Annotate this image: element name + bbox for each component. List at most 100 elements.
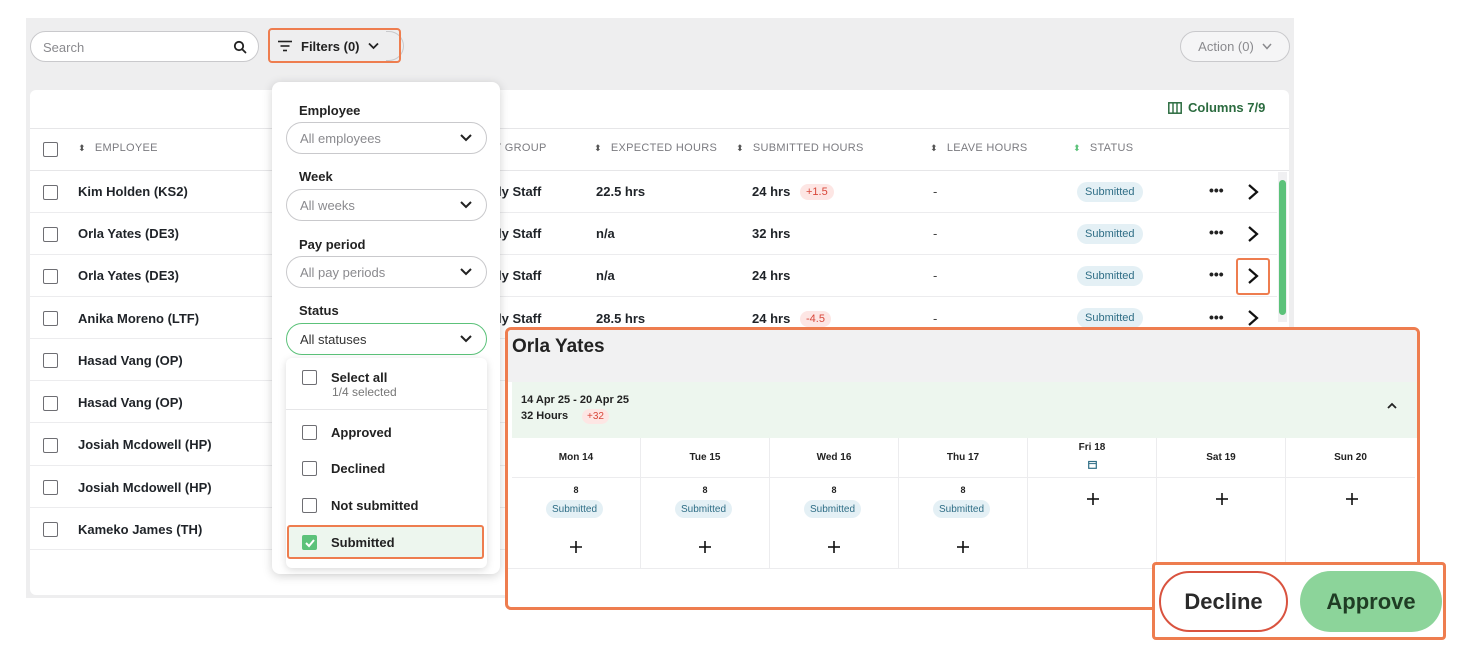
leave-hours: - — [933, 226, 938, 241]
day-column-tue: Tue 15 8 Submitted — [641, 438, 770, 568]
status-option-not-submitted[interactable]: Not submitted — [302, 498, 418, 513]
header-submitted-hours[interactable]: ⬍ SUBMITTED HOURS — [736, 142, 864, 154]
row-checkbox[interactable] — [43, 396, 58, 411]
search-input[interactable] — [43, 38, 223, 56]
expected-hours: n/a — [596, 268, 615, 283]
calendar-icon — [1088, 460, 1097, 469]
chevron-right-icon[interactable] — [1246, 225, 1260, 243]
pay-group: ly Staff — [498, 226, 542, 241]
columns-toggle[interactable]: Columns 7/9 — [1168, 100, 1265, 115]
columns-label: Columns 7/9 — [1188, 100, 1266, 115]
employee-name: Kim Holden (KS2) — [78, 184, 188, 199]
option-checkbox[interactable] — [302, 425, 317, 440]
select-all-checkbox[interactable] — [43, 142, 58, 157]
add-entry-icon[interactable] — [1346, 493, 1358, 505]
day-header: Thu 17 — [899, 438, 1027, 478]
chevron-up-icon[interactable] — [1387, 402, 1397, 410]
table-scrollbar-thumb[interactable] — [1279, 180, 1286, 315]
status-badge: Submitted — [804, 500, 862, 518]
pay-group: ly Staff — [498, 268, 542, 283]
selected-count: 1/4 selected — [332, 385, 397, 399]
day-hours: 8 — [573, 485, 579, 495]
week-summary[interactable] — [512, 382, 1417, 438]
header-status[interactable]: ⬍ STATUS — [1073, 142, 1133, 154]
employee-name: Anika Moreno (LTF) — [78, 311, 200, 326]
day-header: Wed 16 — [770, 438, 898, 478]
day-column-sun: Sun 20 — [1286, 438, 1415, 568]
chevron-down-icon — [460, 201, 472, 209]
row-checkbox[interactable] — [43, 311, 58, 326]
option-checkbox[interactable] — [302, 461, 317, 476]
status-badge: Submitted — [1077, 266, 1143, 286]
search-icon[interactable] — [233, 40, 247, 54]
add-entry-icon[interactable] — [699, 541, 711, 553]
row-checkbox[interactable] — [43, 227, 58, 242]
header-pay-group[interactable]: Y GROUP — [494, 142, 547, 154]
header-leave-hours[interactable]: ⬍ LEAVE HOURS — [930, 142, 1028, 154]
more-options-icon[interactable]: ••• — [1209, 266, 1224, 282]
row-checkbox[interactable] — [43, 353, 58, 368]
more-options-icon[interactable]: ••• — [1209, 224, 1224, 240]
row-checkbox[interactable] — [43, 269, 58, 284]
day-hours: 8 — [702, 485, 708, 495]
chevron-right-icon[interactable] — [1246, 309, 1260, 327]
add-entry-icon[interactable] — [828, 541, 840, 553]
open-row-highlight — [1236, 258, 1270, 295]
header-expected-hours[interactable]: ⬍ EXPECTED HOURS — [594, 142, 717, 154]
row-checkbox[interactable] — [43, 522, 58, 537]
select-all-checkbox[interactable] — [302, 370, 317, 385]
filters-highlight — [268, 28, 401, 63]
add-entry-icon[interactable] — [1216, 493, 1228, 505]
chevron-down-icon — [460, 268, 472, 276]
add-entry-icon[interactable] — [570, 541, 582, 553]
employee-name: Kameko James (TH) — [78, 522, 203, 537]
expected-hours: n/a — [596, 226, 615, 241]
status-badge: Submitted — [1077, 224, 1143, 244]
expected-hours: 22.5 hrs — [596, 184, 646, 199]
employee-name: Orla Yates (DE3) — [78, 226, 179, 241]
day-header: Mon 14 — [512, 438, 640, 478]
leave-hours: - — [933, 268, 938, 283]
status-badge: Submitted — [1077, 308, 1143, 328]
approve-button[interactable]: Approve — [1300, 571, 1442, 632]
check-icon — [304, 538, 315, 547]
pay-group: ly Staff — [498, 184, 542, 199]
status-filter-select[interactable]: All statuses — [286, 323, 487, 355]
add-entry-icon[interactable] — [957, 541, 969, 553]
hours-difference-badge: -4.5 — [800, 311, 831, 327]
more-options-icon[interactable]: ••• — [1209, 309, 1224, 325]
select-all-option[interactable]: Select all — [302, 370, 387, 385]
row-checkbox[interactable] — [43, 185, 58, 200]
employee-name: Josiah Mcdowell (HP) — [78, 480, 212, 495]
day-column-sat: Sat 19 — [1157, 438, 1286, 568]
day-column-wed: Wed 16 8 Submitted — [770, 438, 899, 568]
status-option-submitted[interactable]: Submitted — [302, 535, 395, 550]
row-checkbox[interactable] — [43, 480, 58, 495]
chevron-right-icon[interactable] — [1246, 183, 1260, 201]
checked-checkbox[interactable] — [302, 535, 317, 550]
add-entry-icon[interactable] — [1087, 493, 1099, 505]
header-employee[interactable]: ⬍ EMPLOYEE — [78, 142, 158, 154]
submitted-hours: 24 hrs — [752, 184, 791, 199]
day-hours: 8 — [960, 485, 966, 495]
status-filter-label: Status — [299, 303, 339, 318]
status-badge: Submitted — [933, 500, 991, 518]
pay-group: ly Staff — [498, 311, 542, 326]
status-option-approved[interactable]: Approved — [302, 425, 392, 440]
leave-hours: - — [933, 184, 938, 199]
row-checkbox[interactable] — [43, 438, 58, 453]
action-button[interactable]: Action (0) — [1180, 31, 1290, 62]
day-hours: 8 — [831, 485, 837, 495]
week-filter-select[interactable]: All weeks — [286, 189, 487, 221]
columns-icon — [1168, 101, 1182, 114]
option-checkbox[interactable] — [302, 498, 317, 513]
chevron-down-icon — [1262, 43, 1272, 50]
day-header: Sat 19 — [1157, 438, 1285, 478]
pay-period-filter-select[interactable]: All pay periods — [286, 256, 487, 288]
more-options-icon[interactable]: ••• — [1209, 182, 1224, 198]
decline-button[interactable]: Decline — [1159, 571, 1288, 632]
status-option-declined[interactable]: Declined — [302, 461, 385, 476]
employee-filter-select[interactable]: All employees — [286, 122, 487, 154]
week-hours: 32 Hours — [521, 410, 569, 422]
search-box[interactable] — [30, 31, 259, 62]
